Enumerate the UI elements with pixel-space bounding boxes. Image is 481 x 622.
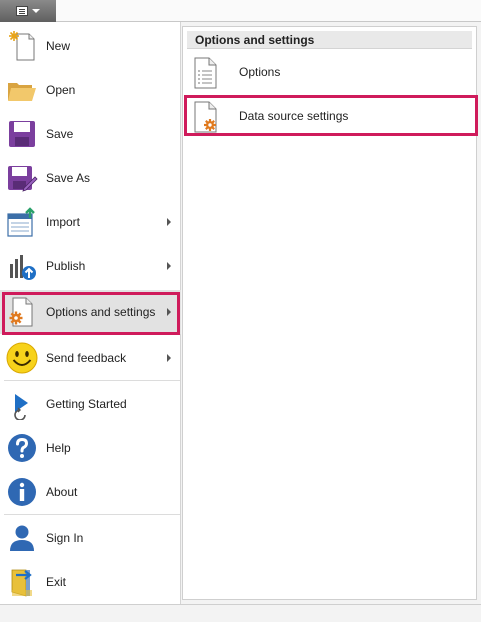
menu-item-save-as[interactable]: Save As <box>0 156 181 200</box>
submenu-title: Options and settings <box>187 31 472 49</box>
import-icon <box>7 207 35 237</box>
save-icon <box>9 121 35 147</box>
options-doc-icon <box>194 57 217 89</box>
menu-item-label: Open <box>46 83 76 97</box>
submenu-item-label: Options <box>239 65 281 79</box>
menu-item-new[interactable]: New <box>0 24 181 68</box>
user-icon <box>10 525 34 551</box>
file-menu-icon <box>16 6 28 16</box>
menu-item-label: Sign In <box>46 531 84 545</box>
menu-separator <box>4 380 180 381</box>
chevron-right-icon <box>167 262 171 270</box>
smiley-icon <box>6 342 38 374</box>
folder-icon <box>8 83 36 101</box>
menu-item-label: New <box>46 39 71 53</box>
menu-separator <box>4 514 180 515</box>
menu-item-publish[interactable]: Publish <box>0 244 181 288</box>
info-icon <box>8 478 36 506</box>
menu-item-label: Send feedback <box>46 351 127 365</box>
menu-item-help[interactable]: Help <box>0 426 181 470</box>
exit-icon <box>11 569 32 597</box>
submenu-item-label: Data source settings <box>239 109 349 123</box>
chevron-right-icon <box>167 218 171 226</box>
options-submenu-panel: Options and settings Options Data source… <box>182 26 478 600</box>
chevron-right-icon <box>167 308 171 316</box>
title-bar <box>0 0 481 22</box>
menu-item-send-feedback[interactable]: Send feedback <box>0 336 181 380</box>
menu-item-label: About <box>46 485 78 499</box>
menu-item-open[interactable]: Open <box>0 68 181 112</box>
save-as-icon <box>8 166 38 192</box>
chevron-right-icon <box>167 354 171 362</box>
menu-item-label: Save As <box>46 171 91 185</box>
file-menu: New Open Save Save As Import Publish Opt… <box>0 22 181 608</box>
options-settings-icon <box>9 297 33 327</box>
menu-item-import[interactable]: Import <box>0 200 181 244</box>
menu-item-save[interactable]: Save <box>0 112 181 156</box>
status-strip <box>0 604 481 622</box>
menu-item-sign-in[interactable]: Sign In <box>0 516 181 560</box>
help-icon <box>8 434 36 462</box>
menu-item-options-and-settings[interactable]: Options and settings <box>0 290 181 334</box>
file-menu-button[interactable] <box>0 0 56 22</box>
menu-item-label: Help <box>46 441 71 455</box>
publish-icon <box>10 255 36 280</box>
chevron-down-icon <box>32 9 40 13</box>
menu-item-label: Getting Started <box>46 397 127 411</box>
getting-started-icon <box>14 394 28 420</box>
menu-item-exit[interactable]: Exit <box>0 560 181 604</box>
menu-item-label: Save <box>46 127 74 141</box>
menu-item-label: Exit <box>46 575 67 589</box>
data-source-settings-icon <box>194 101 217 133</box>
menu-item-about[interactable]: About <box>0 470 181 514</box>
new-icon <box>9 31 35 61</box>
submenu-item-options[interactable]: Options <box>183 51 478 95</box>
menu-item-label: Import <box>46 215 81 229</box>
menu-item-label: Options and settings <box>46 305 156 319</box>
menu-item-label: Publish <box>46 259 86 273</box>
submenu-item-data-source-settings[interactable]: Data source settings <box>183 95 478 139</box>
menu-item-getting-started[interactable]: Getting Started <box>0 382 181 426</box>
